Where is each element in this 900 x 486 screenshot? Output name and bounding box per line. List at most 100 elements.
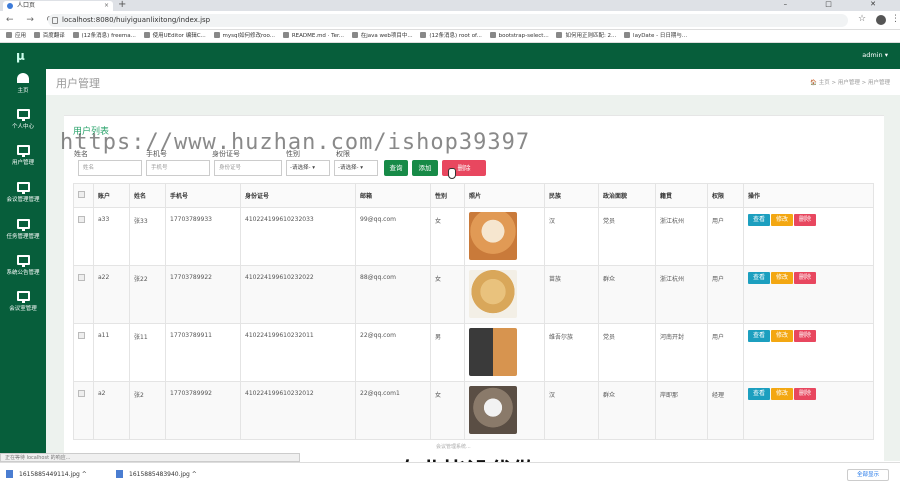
row-checkbox[interactable] (78, 216, 85, 223)
table-header-row: 账户 姓名 手机号 身份证号 邮箱 性别 照片 民族 政治面貌 籍贯 权限 操作 (73, 183, 874, 208)
table-row: a11 张11 17703789911 410224199610232011 2… (73, 323, 874, 382)
cell-email: 88@qq.com (355, 265, 431, 324)
view-button[interactable]: 查看 (748, 330, 770, 342)
view-button[interactable]: 查看 (748, 272, 770, 284)
bookmark-item[interactable]: (12条消息) root of... (420, 30, 482, 42)
cell-hometown: 河南开封 (655, 323, 708, 382)
bookmark-item[interactable]: README.md · Ter... (282, 30, 344, 42)
show-all-downloads-button[interactable]: 全部显示 (847, 469, 889, 481)
select-all-cell[interactable] (73, 183, 94, 208)
row-select-cell[interactable] (73, 323, 94, 382)
new-tab-button[interactable]: + (118, 0, 126, 10)
cell-name: 张33 (129, 207, 166, 266)
app-topbar: μ admin ▾ (0, 43, 900, 69)
kebab-menu-icon[interactable]: ⋮ (891, 14, 900, 24)
add-button[interactable]: 添加 (412, 160, 438, 176)
table-row: a33 张33 17703789933 410224199610232033 9… (73, 207, 874, 266)
cell-name: 张2 (129, 381, 166, 440)
column-header: 权限 (707, 183, 744, 208)
cell-hometown: 岸即那 (655, 381, 708, 440)
cell-account: a11 (93, 323, 130, 382)
info-icon[interactable] (52, 17, 58, 24)
bookmark-item[interactable]: layDate - 日日期与... (624, 30, 687, 42)
cell-actions: 查看 修改 删除 (743, 207, 874, 266)
cell-role: 经理 (707, 381, 744, 440)
row-checkbox[interactable] (78, 390, 85, 397)
bookmark-item[interactable]: 如何用正则匹配: 2... (556, 30, 616, 42)
idcard-search-input[interactable]: 身份证号 (214, 160, 282, 176)
window-controls[interactable]: – □ ✕ (784, 0, 894, 8)
user-menu[interactable]: admin ▾ (862, 51, 888, 59)
sidebar-item-profile[interactable]: 个人中心 (0, 109, 46, 130)
download-item[interactable]: 1615885483940.jpg ^ (116, 470, 197, 478)
golden-puppy-photo (469, 270, 517, 318)
cell-photo (464, 323, 545, 382)
view-button[interactable]: 查看 (748, 388, 770, 400)
close-tab-icon[interactable]: × (104, 1, 109, 11)
bookmark-item[interactable]: mysql如何修改roo... (213, 30, 275, 42)
row-select-cell[interactable] (73, 207, 94, 266)
edit-button[interactable]: 修改 (771, 388, 793, 400)
star-icon[interactable]: ☆ (858, 14, 866, 24)
row-select-cell[interactable] (73, 265, 94, 324)
cell-role: 用户 (707, 265, 744, 324)
sidebar-item-home[interactable]: 主页 (0, 73, 46, 94)
row-checkbox[interactable] (78, 332, 85, 339)
cell-ethnic: 维吾尔族 (544, 323, 599, 382)
view-button[interactable]: 查看 (748, 214, 770, 226)
phone-search-input[interactable]: 手机号 (146, 160, 210, 176)
cell-politics: 党员 (598, 323, 656, 382)
monitor-icon (16, 182, 30, 194)
search-button[interactable]: 查询 (384, 160, 408, 176)
monitor-icon (16, 219, 30, 231)
tabby-cat-photo (469, 386, 517, 434)
cell-gender: 女 (430, 207, 465, 266)
cell-role: 用户 (707, 207, 744, 266)
row-checkbox[interactable] (78, 274, 85, 281)
delete-button[interactable]: 删除 (794, 214, 816, 226)
delete-button[interactable]: 删除 (794, 272, 816, 284)
role-select[interactable]: -请选择- ▾ (334, 160, 378, 176)
cell-idcard: 410224199610232033 (240, 207, 356, 266)
cell-idcard: 410224199610232011 (240, 323, 356, 382)
gender-select[interactable]: -请选择- ▾ (286, 160, 330, 176)
row-select-cell[interactable] (73, 381, 94, 440)
table-row: a2 张2 17703789992 410224199610232012 22@… (73, 381, 874, 440)
cell-politics: 党员 (598, 207, 656, 266)
cell-actions: 查看 修改 删除 (743, 265, 874, 324)
delete-button[interactable]: 删除 (794, 330, 816, 342)
bookmark-item[interactable]: (12条消息) freema... (72, 30, 136, 42)
breadcrumb[interactable]: 🏠 主页 > 用户管理 > 用户管理 (810, 78, 890, 86)
bookmark-item[interactable]: 使用UEditor 编辑C... (143, 30, 206, 42)
edit-button[interactable]: 修改 (771, 330, 793, 342)
url-field[interactable]: localhost:8080/huiyiguanlixitong/index.j… (48, 14, 848, 27)
cell-email: 22@qq.com (355, 323, 431, 382)
browser-tab[interactable]: 人口页 × (3, 1, 113, 11)
table-row: a22 张22 17703789922 410224199610232022 8… (73, 265, 874, 324)
sidebar-item-users[interactable]: 用户管理 (0, 145, 46, 166)
bookmark-item[interactable]: 百度翻译 (33, 30, 65, 42)
select-all-checkbox[interactable] (78, 191, 85, 198)
edit-button[interactable]: 修改 (771, 214, 793, 226)
cell-hometown: 浙江杭州 (655, 265, 708, 324)
watermark-text: https://www.huzhan.com/ishop39397 (60, 130, 531, 155)
delete-button[interactable]: 删除 (794, 388, 816, 400)
monitor-icon (16, 255, 30, 267)
sidebar-item-rooms[interactable]: 会议室管理 (0, 291, 46, 312)
cell-account: a22 (93, 265, 130, 324)
bookmark-item[interactable]: bootstrap-select... (489, 30, 549, 42)
sidebar-item-notices[interactable]: 系统公告管理 (0, 255, 46, 276)
cell-gender: 女 (430, 381, 465, 440)
sidebar-item-tasks[interactable]: 任务管理管理 (0, 219, 46, 240)
name-search-input[interactable]: 姓名 (78, 160, 142, 176)
bookmark-item[interactable]: 应用 (6, 30, 26, 42)
page-header: 用户管理 🏠 主页 > 用户管理 > 用户管理 (46, 69, 900, 95)
bookmark-item[interactable]: 在java web项目中... (351, 30, 413, 42)
cell-email: 99@qq.com (355, 207, 431, 266)
sidebar-item-meetings[interactable]: 会议管理管理 (0, 182, 46, 203)
cell-actions: 查看 修改 删除 (743, 323, 874, 382)
edit-button[interactable]: 修改 (771, 272, 793, 284)
download-item[interactable]: 1615885449114.jpg ^ (6, 470, 87, 478)
cell-ethnic: 苗族 (544, 265, 599, 324)
profile-avatar[interactable] (876, 15, 886, 25)
